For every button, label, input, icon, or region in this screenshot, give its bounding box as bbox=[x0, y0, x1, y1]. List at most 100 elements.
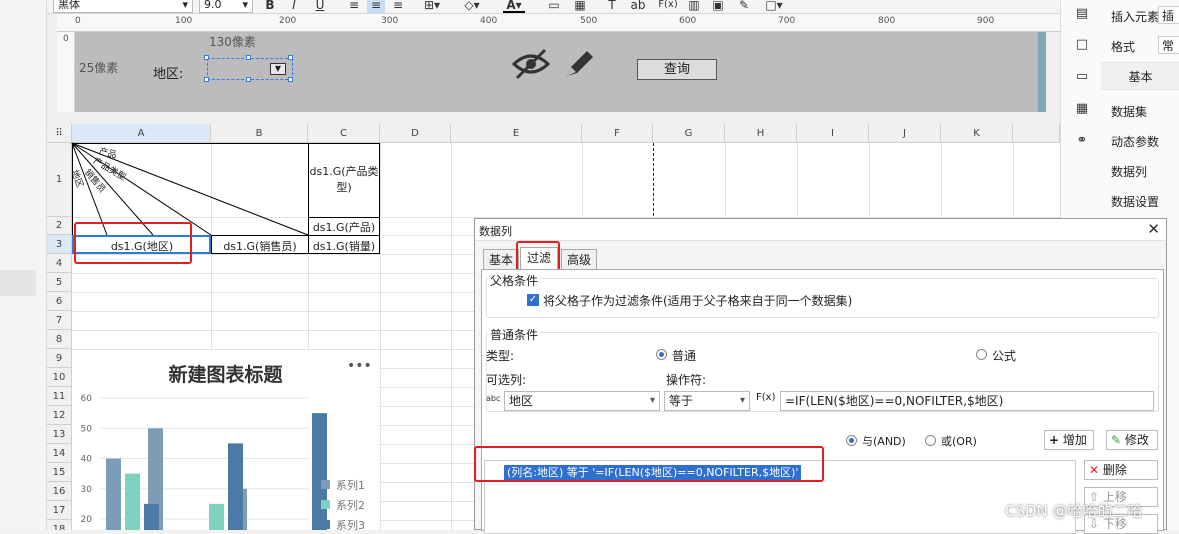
tab-basic[interactable]: 基本 bbox=[483, 249, 519, 270]
row-header[interactable]: 11 bbox=[47, 387, 72, 406]
insert-element-label[interactable]: 插入元素 bbox=[1111, 8, 1159, 25]
resize-handle[interactable] bbox=[204, 77, 209, 82]
dataset-icon[interactable]: ▦ bbox=[1074, 101, 1090, 117]
pencil-icon[interactable] bbox=[562, 48, 596, 80]
chart-icon[interactable]: ▥ bbox=[687, 0, 701, 13]
param-panel-scrollbar[interactable] bbox=[1038, 32, 1046, 112]
resize-handle[interactable] bbox=[288, 55, 293, 60]
cell-c3[interactable]: ds1.G(销量) bbox=[309, 238, 379, 254]
chart-bar[interactable] bbox=[312, 413, 327, 530]
cell-c2[interactable]: ds1.G(产品) bbox=[309, 219, 379, 235]
operator-select[interactable]: 等于 ▾ bbox=[664, 391, 750, 411]
row-header[interactable]: 13 bbox=[47, 425, 72, 444]
align-center-icon[interactable]: ≡ bbox=[367, 0, 385, 13]
more-border-icon[interactable]: □▾ bbox=[763, 0, 785, 13]
modify-button[interactable]: ✎ 修改 bbox=[1106, 430, 1158, 450]
row-header[interactable]: 9 bbox=[47, 349, 72, 368]
cell-c1[interactable]: ds1.G(产品类型) bbox=[309, 164, 379, 196]
image-icon[interactable]: ▣ bbox=[711, 0, 725, 13]
row-header[interactable]: 5 bbox=[47, 273, 72, 292]
width-hint: 130像素 bbox=[209, 35, 256, 49]
delete-button[interactable]: ✕ 删除 bbox=[1084, 460, 1158, 480]
align-right-icon[interactable]: ≡ bbox=[391, 0, 405, 13]
insert-element-icon[interactable]: ▤ bbox=[1074, 6, 1090, 22]
row-header[interactable]: 15 bbox=[47, 463, 72, 482]
col-header[interactable]: E bbox=[451, 124, 582, 143]
row-header[interactable]: 6 bbox=[47, 292, 72, 311]
col-header[interactable]: H bbox=[725, 124, 797, 143]
col-header[interactable]: I bbox=[797, 124, 869, 143]
column-select-value: 地区 bbox=[509, 394, 534, 408]
row-header[interactable]: 14 bbox=[47, 444, 72, 463]
row-header[interactable]: 8 bbox=[47, 330, 72, 349]
chart-bar[interactable] bbox=[106, 458, 121, 531]
align-left-icon[interactable]: ≡ bbox=[347, 0, 361, 13]
brush-icon[interactable]: ✎ bbox=[737, 0, 751, 13]
col-header[interactable]: J bbox=[869, 124, 941, 143]
row-header[interactable]: 18 bbox=[47, 520, 72, 530]
format-icon[interactable]: □ bbox=[1074, 37, 1090, 53]
chart-widget[interactable]: 新建图表标题 ••• 60 50 40 30 20 系列1 系列2 系列3 bbox=[72, 350, 379, 532]
row-header[interactable]: 10 bbox=[47, 368, 72, 387]
radio-formula[interactable] bbox=[976, 349, 987, 360]
resize-handle[interactable] bbox=[204, 55, 209, 60]
row-header[interactable]: 17 bbox=[47, 501, 72, 520]
font-size-select[interactable]: 9.0 ▾ bbox=[199, 0, 253, 13]
underline-button[interactable]: U bbox=[313, 0, 327, 13]
radio-normal[interactable] bbox=[656, 349, 667, 360]
formula-button[interactable]: F(x) bbox=[655, 0, 681, 13]
radio-formula-label: 公式 bbox=[992, 349, 1017, 363]
basic-section-header[interactable]: 基本 bbox=[1101, 62, 1179, 90]
col-header[interactable]: K bbox=[941, 124, 1013, 143]
resize-handle[interactable] bbox=[246, 55, 251, 60]
column-select[interactable]: 地区 ▾ bbox=[504, 391, 660, 411]
cell-b3[interactable]: ds1.G(销售员) bbox=[212, 238, 308, 254]
add-button[interactable]: + 增加 bbox=[1044, 430, 1094, 450]
text-color-button[interactable]: A▾ bbox=[503, 0, 525, 13]
col-header[interactable]: F bbox=[582, 124, 653, 143]
link-icon[interactable]: ⚭ bbox=[1074, 133, 1090, 149]
query-button[interactable]: 查询 bbox=[637, 59, 717, 80]
ruler-tick: 900 bbox=[977, 16, 995, 26]
italic-button[interactable]: I bbox=[287, 0, 301, 13]
row-header[interactable]: 16 bbox=[47, 482, 72, 501]
row-header[interactable]: 7 bbox=[47, 311, 72, 330]
parameter-canvas[interactable]: 130像素 25像素 地区: ▼ 查询 bbox=[75, 32, 1038, 112]
ruler-tick: 700 bbox=[778, 16, 796, 26]
ab-button[interactable]: ab bbox=[629, 0, 647, 13]
chart-bar[interactable] bbox=[228, 443, 243, 530]
resize-handle[interactable] bbox=[288, 77, 293, 82]
chart-bar[interactable] bbox=[144, 503, 159, 530]
format-select[interactable]: 常规 bbox=[1158, 36, 1179, 54]
horizontal-ruler: 0 100 200 300 400 500 600 700 800 900 bbox=[57, 14, 1060, 32]
text-color-label: A bbox=[506, 0, 516, 12]
border-icon[interactable]: ⊞▾ bbox=[421, 0, 443, 13]
col-header[interactable]: G bbox=[653, 124, 725, 143]
chart-y-tick-label: 60 bbox=[81, 394, 93, 404]
checkbox-checked-icon[interactable]: ✓ bbox=[527, 294, 539, 306]
dataset-label: 数据集 bbox=[1111, 105, 1148, 119]
eye-hidden-icon[interactable] bbox=[511, 46, 551, 80]
dropdown-arrow-icon[interactable]: ▼ bbox=[270, 63, 286, 75]
insert-element-value[interactable]: 插 bbox=[1158, 6, 1179, 24]
merge-icon[interactable]: ▭ bbox=[547, 0, 561, 13]
insert-text-icon[interactable]: T bbox=[603, 0, 621, 13]
bold-button[interactable]: B bbox=[263, 0, 277, 13]
formula-icon[interactable]: F(x) bbox=[756, 392, 775, 403]
widget-icon[interactable]: ▭ bbox=[1074, 69, 1090, 85]
close-icon[interactable]: ✕ bbox=[1147, 220, 1160, 238]
radio-or[interactable] bbox=[925, 435, 936, 446]
chart-bar[interactable] bbox=[125, 473, 140, 530]
vertical-ruler: 0 bbox=[57, 32, 75, 112]
annotation-highlight-condition bbox=[474, 446, 824, 482]
tab-advanced[interactable]: 高级 bbox=[561, 249, 597, 270]
resize-handle[interactable] bbox=[246, 77, 251, 82]
chart-bar[interactable] bbox=[209, 503, 224, 530]
radio-and[interactable] bbox=[846, 435, 857, 446]
row-header[interactable]: 12 bbox=[47, 406, 72, 425]
fill-color-icon[interactable]: ◇▾ bbox=[461, 0, 483, 13]
font-name-select[interactable]: 黑体 ▾ bbox=[53, 0, 193, 13]
col-header[interactable] bbox=[1013, 124, 1060, 143]
grid-icon[interactable]: ▦ bbox=[573, 0, 587, 13]
formula-input[interactable]: =IF(LEN($地区)==0,NOFILTER,$地区) bbox=[780, 391, 1154, 411]
